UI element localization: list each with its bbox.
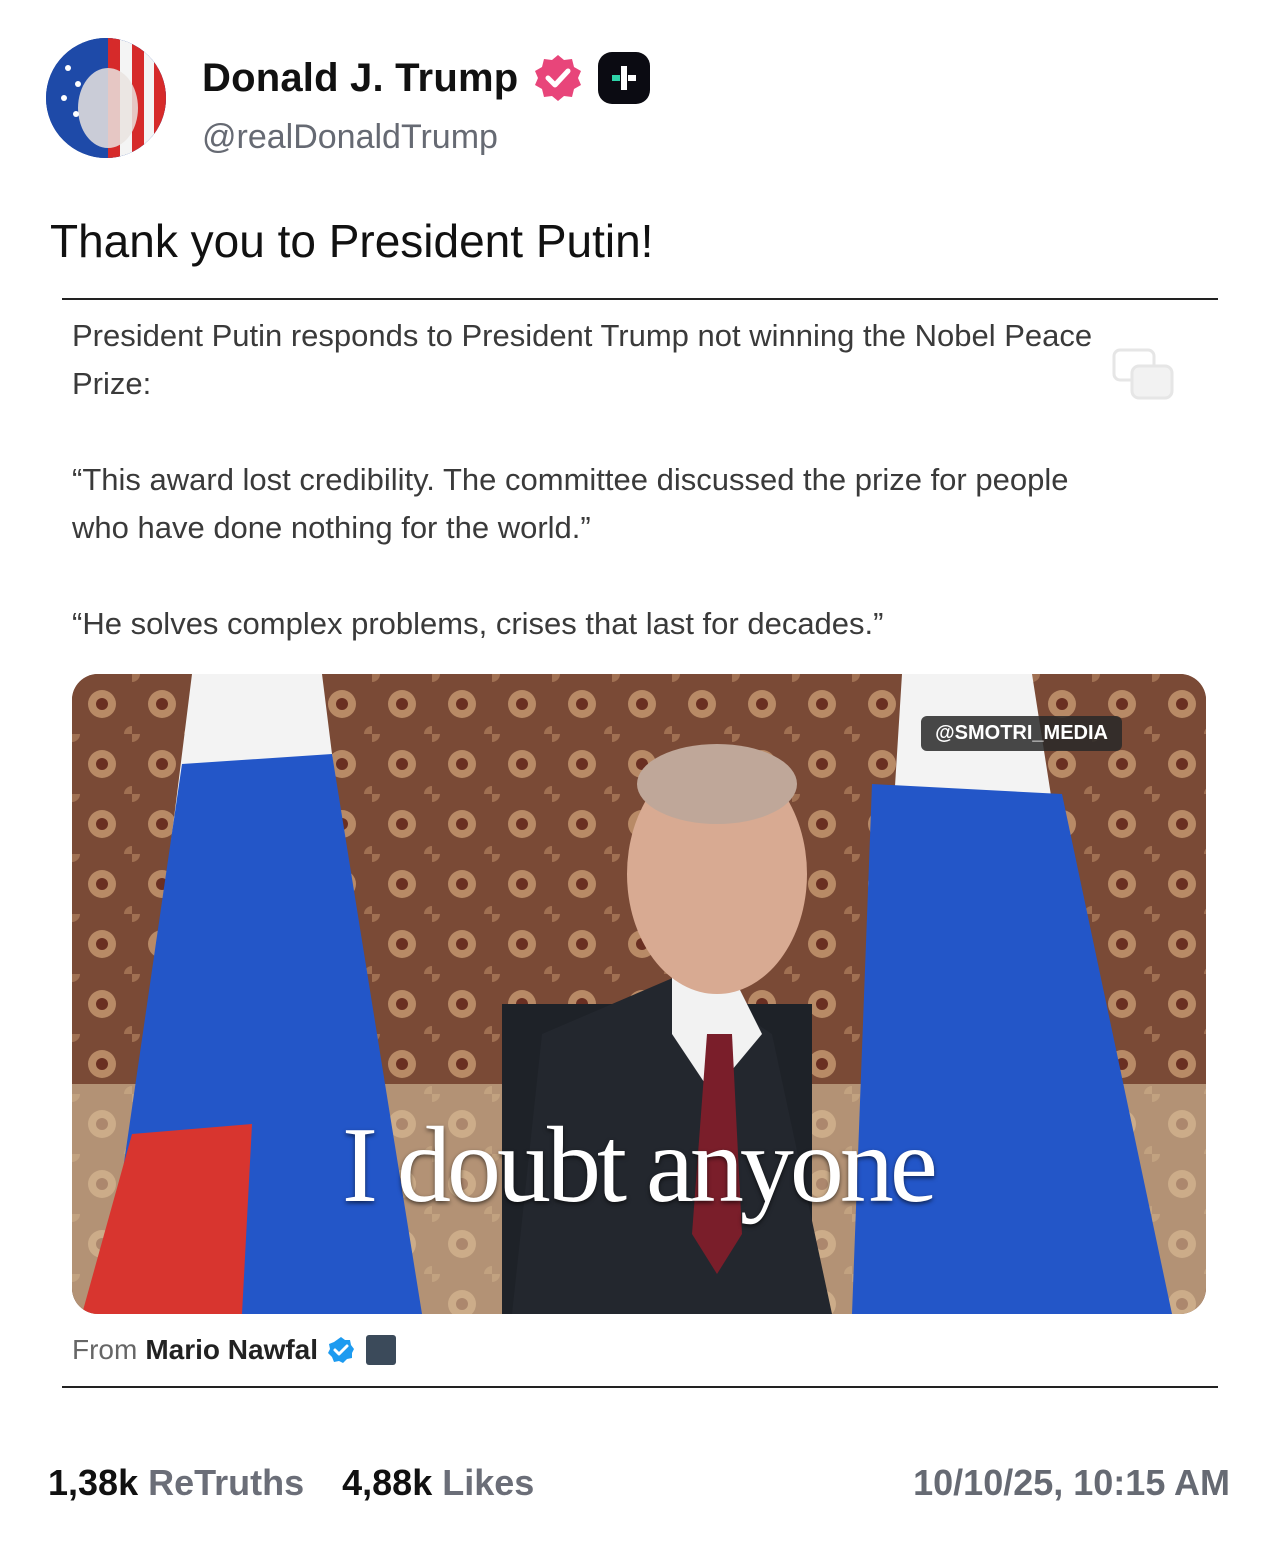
author-handle[interactable]: @realDonaldTrump	[202, 118, 498, 157]
quote-source[interactable]: From Mario Nawfal	[72, 1334, 397, 1366]
likes-count: 4,88k	[342, 1462, 433, 1503]
plus-badge-icon	[598, 52, 651, 104]
video-thumbnail[interactable]: @SMOTRI_MEDIA I doubt anyone	[72, 674, 1206, 1314]
likes-stat[interactable]: 4,88k Likes	[342, 1462, 534, 1504]
video-caption: I doubt anyone	[342, 1106, 938, 1225]
post-text: Thank you to President Putin!	[50, 215, 654, 267]
verified-badge-icon	[535, 55, 582, 101]
post-header: Donald J. Trump @realDonaldTrump	[46, 38, 1226, 162]
source-avatar-icon	[366, 1335, 397, 1365]
quoted-post[interactable]: President Putin responds to President Tr…	[62, 298, 1218, 1390]
divider-bottom	[62, 1386, 1218, 1388]
from-name[interactable]: Mario Nawfal	[145, 1334, 318, 1366]
quote-line-3: “He solves complex problems, crises that…	[72, 606, 884, 641]
author-name[interactable]: Donald J. Trump	[202, 56, 518, 101]
retruths-label: ReTruths	[148, 1462, 305, 1503]
quote-line-2: “This award lost credibility. The commit…	[72, 462, 1069, 545]
post-timestamp: 10/10/25, 10:15 AM	[913, 1462, 1230, 1503]
video-watermark: @SMOTRI_MEDIA	[921, 716, 1122, 751]
author-avatar[interactable]	[46, 38, 166, 158]
divider-top	[62, 298, 1218, 300]
quote-line-1: President Putin responds to President Tr…	[72, 318, 1093, 401]
picture-in-picture-icon[interactable]	[1112, 348, 1176, 402]
from-label: From	[72, 1334, 138, 1365]
likes-label: Likes	[442, 1462, 535, 1503]
blue-verified-icon	[328, 1337, 355, 1363]
flag-portrait-avatar-icon	[46, 38, 166, 158]
retruths-count: 1,38k	[48, 1462, 139, 1503]
retruths-stat[interactable]: 1,38k ReTruths	[48, 1462, 304, 1504]
post-stats: 1,38k ReTruths 4,88k Likes	[48, 1462, 572, 1504]
